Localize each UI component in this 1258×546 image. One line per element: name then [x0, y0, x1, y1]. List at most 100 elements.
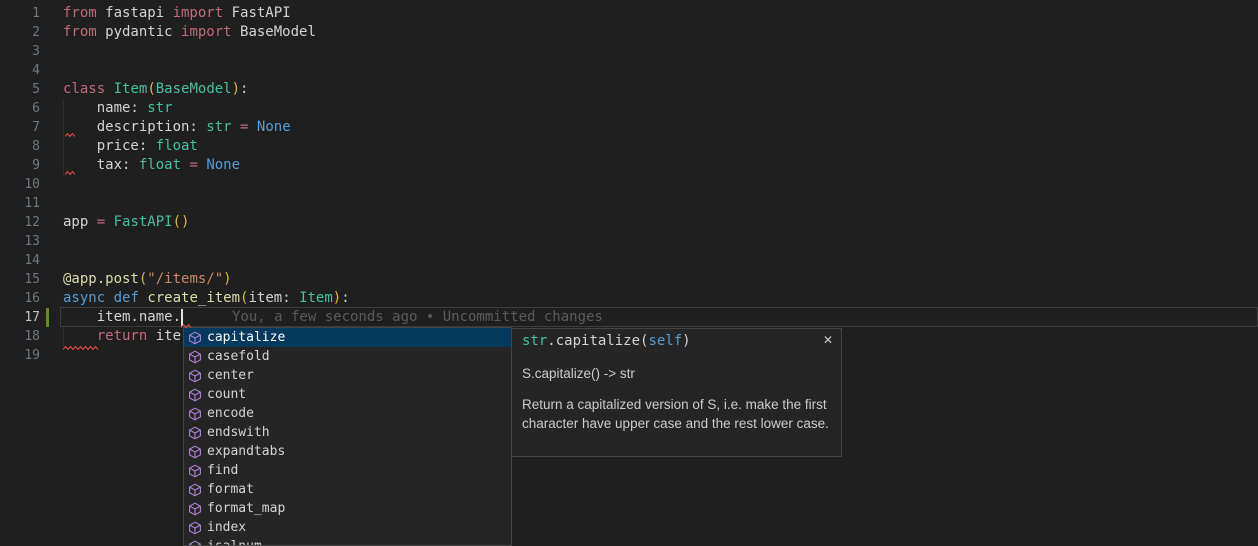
suggestion-item[interactable]: format	[184, 480, 511, 499]
code-line[interactable]: 3	[0, 42, 1258, 61]
code-text	[40, 233, 63, 249]
code-text: app = FastAPI()	[40, 214, 189, 230]
git-blame-annotation: You, a few seconds ago • Uncommitted cha…	[232, 308, 603, 327]
docs-description: Return a capitalized version of S, i.e. …	[522, 395, 831, 433]
code-text: @app.post("/items/")	[40, 271, 232, 287]
code-token: async	[63, 290, 105, 306]
line-number: 17	[0, 308, 40, 327]
code-token: =	[97, 214, 105, 230]
suggestion-item[interactable]: isalnum	[184, 537, 511, 546]
code-token: pydantic	[97, 24, 181, 40]
suggestion-item[interactable]: endswith	[184, 423, 511, 442]
suggestion-item[interactable]: index	[184, 518, 511, 537]
code-token: (	[147, 81, 155, 97]
indent-guide	[63, 99, 64, 175]
method-icon	[188, 502, 202, 516]
suggestion-label: find	[207, 461, 238, 480]
code-token: description:	[63, 119, 206, 135]
code-line[interactable]: 11	[0, 194, 1258, 213]
code-line[interactable]: 12app = FastAPI()	[0, 213, 1258, 232]
code-token: )	[333, 290, 341, 306]
code-token: item.name.	[63, 309, 181, 325]
code-token	[105, 81, 113, 97]
line-number: 5	[0, 80, 40, 99]
code-text: async def create_item(item: Item):	[40, 290, 350, 306]
suggestion-item[interactable]: capitalize	[184, 328, 511, 347]
code-line[interactable]: 14	[0, 251, 1258, 270]
code-text: from fastapi import FastAPI	[40, 5, 291, 21]
suggestion-label: endswith	[207, 423, 270, 442]
code-token: from	[63, 24, 97, 40]
code-line[interactable]: 16async def create_item(item: Item):	[0, 289, 1258, 308]
code-line[interactable]: 15@app.post("/items/")	[0, 270, 1258, 289]
code-line[interactable]: 6 name: str	[0, 99, 1258, 118]
code-token	[248, 119, 256, 135]
suggestion-item[interactable]: expandtabs	[184, 442, 511, 461]
method-icon	[188, 540, 202, 546]
code-text	[40, 176, 63, 192]
close-icon[interactable]: ✕	[823, 333, 833, 347]
code-line[interactable]: 2from pydantic import BaseModel	[0, 23, 1258, 42]
suggestion-label: expandtabs	[207, 442, 285, 461]
line-number: 9	[0, 156, 40, 175]
code-token: def	[114, 290, 139, 306]
indent-guide	[63, 327, 64, 346]
code-token: Item	[114, 81, 148, 97]
suggestion-item[interactable]: center	[184, 366, 511, 385]
method-icon	[188, 369, 202, 383]
code-token: BaseModel	[232, 24, 316, 40]
autocomplete-dropdown: capitalize casefold center count encode …	[183, 327, 512, 546]
docs-summary: S.capitalize() -> str	[522, 364, 831, 383]
suggestion-label: count	[207, 385, 246, 404]
method-icon	[188, 388, 202, 402]
error-squiggle	[65, 170, 75, 176]
code-token: from	[63, 5, 97, 21]
gutter-modified-indicator	[46, 308, 49, 327]
code-text	[40, 347, 63, 363]
code-line[interactable]: 8 price: float	[0, 137, 1258, 156]
code-text: description: str = None	[40, 119, 291, 135]
line-number: 11	[0, 194, 40, 213]
code-text: from pydantic import BaseModel	[40, 24, 316, 40]
line-number: 1	[0, 4, 40, 23]
code-line[interactable]: 4	[0, 61, 1258, 80]
line-number: 14	[0, 251, 40, 270]
suggestion-item[interactable]: count	[184, 385, 511, 404]
suggestion-item[interactable]: format_map	[184, 499, 511, 518]
code-token: fastapi	[97, 5, 173, 21]
suggestion-item[interactable]: casefold	[184, 347, 511, 366]
suggestion-label: casefold	[207, 347, 270, 366]
suggestion-item[interactable]: encode	[184, 404, 511, 423]
code-token: None	[257, 119, 291, 135]
docs-signature: str.capitalize(self)	[522, 332, 831, 351]
code-text	[40, 195, 63, 211]
code-token	[63, 328, 97, 344]
suggestion-docs-panel: str.capitalize(self) ✕ S.capitalize() ->…	[511, 328, 842, 457]
suggestion-item[interactable]: find	[184, 461, 511, 480]
code-editor[interactable]: { "editor": { "background": "#1f1f1f", "…	[0, 0, 1258, 546]
code-token: class	[63, 81, 105, 97]
code-line[interactable]: 13	[0, 232, 1258, 251]
code-token: BaseModel	[156, 81, 232, 97]
line-number: 15	[0, 270, 40, 289]
code-text	[40, 43, 63, 59]
code-text	[40, 62, 63, 78]
code-line[interactable]: 1from fastapi import FastAPI	[0, 4, 1258, 23]
code-token: )	[232, 81, 240, 97]
line-number: 6	[0, 99, 40, 118]
line-number: 3	[0, 42, 40, 61]
error-squiggle	[181, 323, 192, 329]
suggestion-label: format	[207, 480, 254, 499]
code-line[interactable]: 5class Item(BaseModel):	[0, 80, 1258, 99]
code-line[interactable]: 7 description: str = None	[0, 118, 1258, 137]
code-token: Item	[299, 290, 333, 306]
suggestion-label: capitalize	[207, 328, 285, 347]
code-token: price:	[63, 138, 156, 154]
method-icon	[188, 445, 202, 459]
code-line[interactable]: 9 tax: float = None	[0, 156, 1258, 175]
code-area[interactable]: 1from fastapi import FastAPI2from pydant…	[0, 4, 1258, 365]
code-token	[105, 214, 113, 230]
code-text: class Item(BaseModel):	[40, 81, 248, 97]
code-token: str	[522, 333, 547, 349]
code-line[interactable]: 10	[0, 175, 1258, 194]
